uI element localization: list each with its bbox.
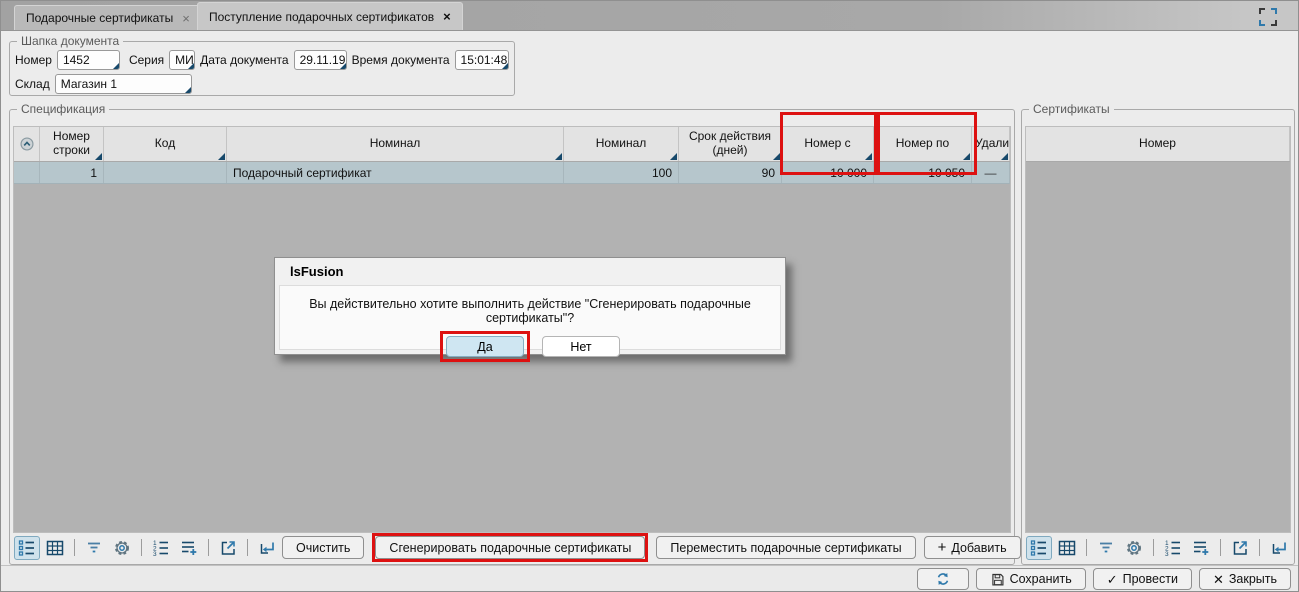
- refresh-grid-icon[interactable]: [1266, 536, 1292, 560]
- store-label: Склад: [15, 77, 50, 91]
- sort-order-header[interactable]: [14, 127, 40, 161]
- check-icon: ✓: [1107, 573, 1118, 586]
- cell-name: Подарочный сертификат: [227, 162, 564, 183]
- cell-number-to: 10 050: [874, 162, 972, 183]
- dialog-body: Вы действительно хотите выполнить действ…: [279, 285, 781, 350]
- cell-number-from: 10 000: [782, 162, 874, 183]
- plus-icon: +: [938, 540, 947, 555]
- svg-text:3: 3: [1165, 551, 1169, 558]
- date-field[interactable]: 29.11.19: [294, 50, 347, 70]
- list-view-icon[interactable]: [14, 536, 40, 560]
- tab-gift-certificates[interactable]: Подарочные сертификаты ×: [14, 5, 202, 30]
- dialog-message: Вы действительно хотите выполнить действ…: [280, 297, 780, 325]
- grid-view-icon[interactable]: [42, 536, 68, 560]
- grid-view-icon[interactable]: [1054, 536, 1080, 560]
- fullscreen-icon[interactable]: [1257, 6, 1279, 28]
- tab-bar: Подарочные сертификаты × Поступление под…: [1, 1, 1298, 31]
- dialog-yes-button[interactable]: Да: [446, 336, 524, 357]
- panel-legend: Сертификаты: [1029, 102, 1114, 116]
- dialog-title: lsFusion: [275, 258, 785, 285]
- add-row-icon[interactable]: [176, 536, 202, 560]
- cell-code: [104, 162, 227, 183]
- app-window: Подарочные сертификаты × Поступление под…: [0, 0, 1299, 592]
- number-field[interactable]: 1452: [57, 50, 120, 70]
- post-document-button[interactable]: ✓ Провести: [1093, 568, 1192, 590]
- filter-icon[interactable]: [1093, 536, 1119, 560]
- certificates-toolbar: 1 2 3: [1025, 534, 1291, 561]
- panel-legend: Спецификация: [17, 102, 109, 116]
- tab-close-icon[interactable]: ×: [182, 12, 190, 25]
- toolbar-separator: [208, 539, 209, 556]
- date-label: Дата документа: [200, 53, 288, 67]
- toolbar-separator: [1220, 539, 1221, 556]
- tab-close-icon[interactable]: ×: [443, 10, 451, 23]
- toolbar-separator: [74, 539, 75, 556]
- dialog-no-button[interactable]: Нет: [542, 336, 620, 357]
- save-button[interactable]: Сохранить: [976, 568, 1086, 590]
- cell-delete[interactable]: —: [972, 162, 1010, 183]
- highlight-frame-yes: Да: [440, 331, 530, 362]
- certificates-grid: Номер: [1025, 126, 1291, 533]
- specification-toolbar: 1 2 3: [13, 534, 1011, 561]
- table-row[interactable]: 1 Подарочный сертификат 100 90 10 000 10…: [14, 162, 1010, 184]
- col-header-cert-number[interactable]: Номер: [1026, 127, 1290, 161]
- tab-receipt-gift-certificates[interactable]: Поступление подарочных сертификатов ×: [197, 2, 463, 30]
- toolbar-separator: [141, 539, 142, 556]
- cell-nominal: 100: [564, 162, 679, 183]
- save-icon: [990, 572, 1005, 587]
- series-field[interactable]: МИ: [169, 50, 195, 70]
- numbered-list-icon[interactable]: 1 2 3: [148, 536, 174, 560]
- tab-label: Поступление подарочных сертификатов: [209, 10, 434, 24]
- clear-button[interactable]: Очистить: [282, 536, 364, 559]
- numbered-list-icon[interactable]: 1 2 3: [1160, 536, 1186, 560]
- bottom-action-bar: Сохранить ✓ Провести ✕ Закрыть: [1, 565, 1298, 592]
- grid-header-row: Номер строки Код Номинал Номинал Срок де…: [14, 127, 1010, 162]
- add-row-icon[interactable]: [1188, 536, 1214, 560]
- col-header-number-from[interactable]: Номер с: [782, 127, 874, 161]
- refresh-grid-icon[interactable]: [254, 536, 280, 560]
- col-header-line-number[interactable]: Номер строки: [40, 127, 104, 161]
- open-external-icon[interactable]: [1227, 536, 1253, 560]
- close-button[interactable]: ✕ Закрыть: [1199, 568, 1291, 590]
- certificates-panel: Сертификаты Номер: [1021, 102, 1295, 565]
- list-view-icon[interactable]: [1026, 536, 1052, 560]
- settings-gear-icon[interactable]: [1121, 536, 1147, 560]
- toolbar-separator: [1153, 539, 1154, 556]
- cell-validity: 90: [679, 162, 782, 183]
- add-button[interactable]: + Добавить: [924, 536, 1021, 559]
- time-label: Время документа: [352, 53, 450, 67]
- time-field[interactable]: 15:01:48: [455, 50, 509, 70]
- document-header-panel: Шапка документа Номер 1452 Серия МИ Дата…: [9, 34, 515, 96]
- toolbar-separator: [1086, 539, 1087, 556]
- panel-legend: Шапка документа: [17, 34, 123, 48]
- close-x-icon: ✕: [1213, 573, 1224, 586]
- refresh-button[interactable]: [917, 568, 969, 590]
- tab-label: Подарочные сертификаты: [26, 11, 173, 25]
- col-header-number-to[interactable]: Номер по: [874, 127, 972, 161]
- series-label: Серия: [129, 53, 164, 67]
- col-header-delete[interactable]: Удалить: [972, 127, 1010, 161]
- sort-circle-up-icon: [18, 135, 36, 153]
- svg-text:3: 3: [153, 551, 157, 558]
- specification-buttons: Очистить Сгенерировать подарочные сертиф…: [282, 533, 1023, 562]
- toolbar-separator: [247, 539, 248, 556]
- move-gift-certificates-button[interactable]: Переместить подарочные сертификаты: [656, 536, 915, 559]
- col-header-validity[interactable]: Срок действия (дней): [679, 127, 782, 161]
- generate-gift-certificates-button[interactable]: Сгенерировать подарочные сертификаты: [375, 536, 645, 559]
- number-label: Номер: [15, 53, 52, 67]
- refresh-icon: [935, 571, 951, 587]
- open-external-icon[interactable]: [215, 536, 241, 560]
- store-field[interactable]: Магазин 1: [55, 74, 192, 94]
- settings-gear-icon[interactable]: [109, 536, 135, 560]
- filter-icon[interactable]: [81, 536, 107, 560]
- col-header-nominal[interactable]: Номинал: [564, 127, 679, 161]
- col-header-code[interactable]: Код: [104, 127, 227, 161]
- col-header-name[interactable]: Номинал: [227, 127, 564, 161]
- confirmation-dialog: lsFusion Вы действительно хотите выполни…: [274, 257, 786, 355]
- cell-line-number: 1: [40, 162, 104, 183]
- toolbar-separator: [1259, 539, 1260, 556]
- highlight-frame-generate: Сгенерировать подарочные сертификаты: [372, 533, 648, 562]
